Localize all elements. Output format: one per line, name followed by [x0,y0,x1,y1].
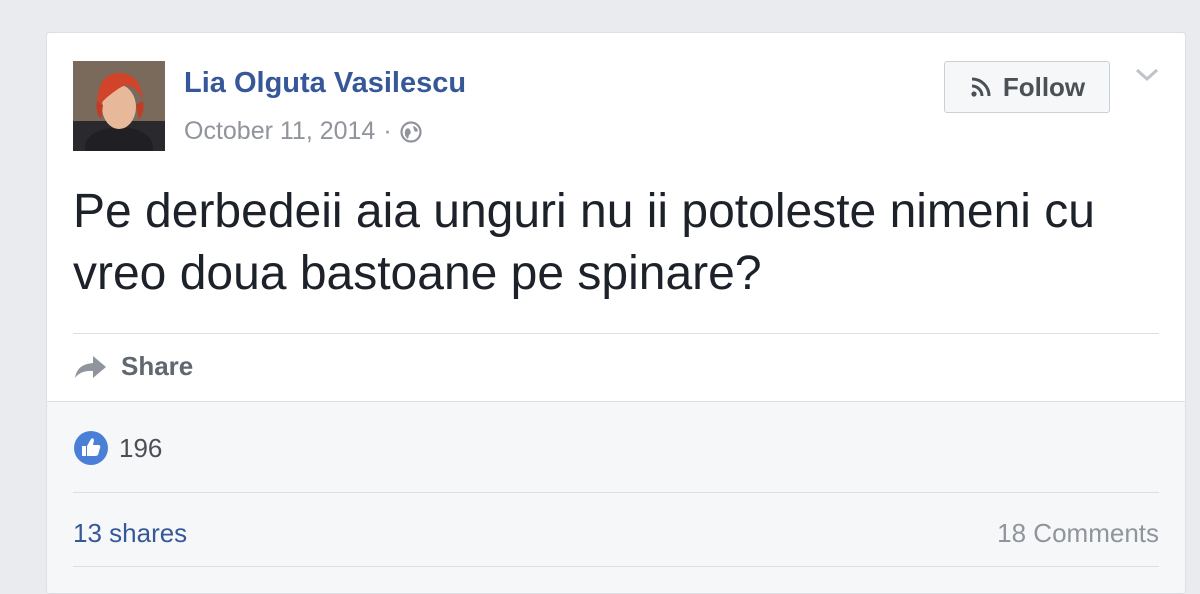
like-icon [74,431,108,465]
likes-count[interactable]: 196 [73,430,162,466]
avatar[interactable] [73,61,165,151]
divider [73,566,1159,567]
share-label: Share [121,351,194,381]
share-arrow-icon [75,355,106,378]
post-footer: 196 13 shares 18 Comments [47,401,1185,593]
globe-icon [400,120,422,143]
divider [73,492,1159,493]
post-meta: October 11, 2014 · [184,117,422,146]
divider [73,333,1159,334]
post-date[interactable]: October 11, 2014 [184,117,375,146]
rss-icon [971,77,991,97]
post-card: Lia Olguta Vasilescu October 11, 2014 · … [46,32,1186,594]
meta-separator: · [383,117,392,145]
comments-count[interactable]: 18 Comments [997,518,1159,549]
post-text: Pe derbedeii aia unguri nu ii potoleste … [73,185,1095,300]
shares-count[interactable]: 13 shares [73,518,187,549]
follow-button[interactable]: Follow [944,61,1110,113]
follow-label: Follow [1002,71,1086,102]
likes-number: 196 [119,432,163,463]
author-name[interactable]: Lia Olguta Vasilescu [184,67,466,100]
share-button[interactable]: Share [73,351,193,382]
chevron-down-icon[interactable] [1133,65,1161,85]
